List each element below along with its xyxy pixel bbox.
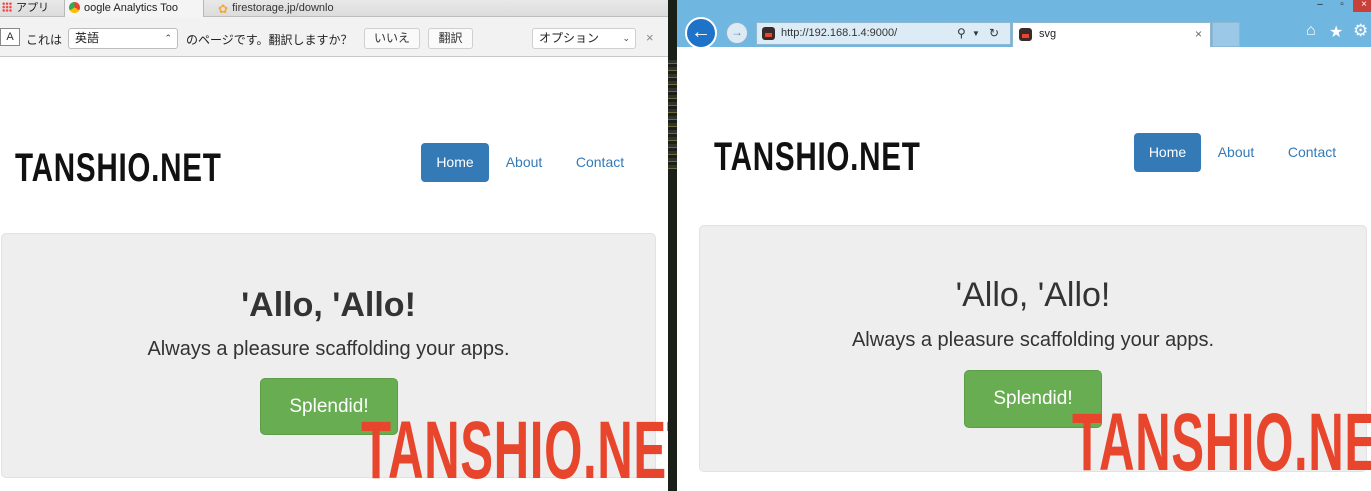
language-select-value: 英語	[75, 31, 100, 45]
ie-tab-svg[interactable]: svg ×	[1012, 22, 1211, 47]
options-select-label: オプション	[539, 31, 600, 45]
address-url: http://192.168.1.4:9000/	[781, 27, 898, 39]
jumbotron-subtitle: Always a pleasure scaffolding your apps.	[851, 329, 1215, 351]
site-brand[interactable]: TANSHIO.NET	[15, 146, 222, 191]
tab-google-analytics[interactable]: oogle Analytics Too	[64, 0, 204, 17]
nav-home[interactable]: Home	[421, 143, 489, 182]
back-arrow-icon[interactable]: ←	[685, 17, 717, 49]
dropdown-arrow-icon[interactable]: ▼	[972, 23, 980, 44]
nav-home[interactable]: Home	[1134, 133, 1201, 172]
jumbotron-title: 'Allo, 'Allo!	[955, 276, 1111, 314]
new-tab-button[interactable]	[1212, 22, 1240, 47]
close-icon[interactable]: ×	[1353, 0, 1371, 12]
ie-tab-title: svg	[1039, 28, 1057, 40]
divider-texture	[668, 60, 677, 170]
home-icon[interactable]: ⌂	[1306, 22, 1316, 40]
site-favicon-icon	[762, 27, 775, 40]
refresh-icon[interactable]: ↻	[989, 23, 999, 44]
site-brand[interactable]: TANSHIO.NET	[714, 135, 921, 180]
select-updown-icon: ⌃	[164, 33, 172, 43]
translate-close-icon[interactable]: ×	[646, 30, 654, 45]
apps-grid-icon	[2, 2, 12, 12]
options-select[interactable]: オプション ⌄	[532, 28, 636, 49]
maximize-icon[interactable]: ▫	[1331, 0, 1353, 12]
tab-ga-label: oogle Analytics Too	[84, 2, 178, 14]
search-icon[interactable]: ⚲	[957, 23, 966, 44]
gear-icon[interactable]: ⚙	[1353, 21, 1368, 41]
translate-bar: A これは 英語 ⌃ のページです。翻訳しますか？ いいえ 翻訳 オプション ⌄…	[0, 17, 668, 57]
nav-about[interactable]: About	[498, 143, 550, 182]
jumbotron-title: 'Allo, 'Allo!	[241, 286, 416, 324]
translate-icon: A	[0, 28, 20, 46]
translate-intro: これは	[26, 33, 63, 47]
watermark: TANSHIO.NET	[1072, 397, 1371, 488]
nav-contact[interactable]: Contact	[1280, 133, 1344, 172]
nav-contact[interactable]: Contact	[568, 143, 632, 182]
tab-favicon-icon	[1019, 28, 1032, 41]
no-translate-button[interactable]: いいえ	[364, 28, 420, 49]
jumbotron-subtitle: Always a pleasure scaffolding your apps.	[147, 338, 510, 360]
forward-arrow-icon[interactable]: →	[726, 22, 748, 44]
tab-firestorage[interactable]: ✿ firestorage.jp/downlo	[214, 0, 354, 17]
tab-apps[interactable]: アプリ	[0, 0, 60, 17]
translate-question: のページです。翻訳しますか？	[186, 33, 353, 47]
tab-close-icon[interactable]: ×	[1195, 23, 1202, 46]
nav-about[interactable]: About	[1210, 133, 1262, 172]
chrome-tab-strip: アプリ oogle Analytics Too ✿ firestorage.jp/…	[0, 0, 668, 17]
chrome-logo-icon	[69, 2, 80, 13]
window-divider	[668, 0, 677, 491]
chevron-down-icon: ⌄	[622, 33, 630, 43]
tab-fs-label: firestorage.jp/downlo	[232, 2, 334, 14]
watermark: TANSHIO.NET	[361, 405, 668, 491]
minimize-icon[interactable]: –	[1309, 0, 1331, 12]
address-bar[interactable]: http://192.168.1.4:9000/ ⚲ ▼ ↻	[756, 22, 1011, 45]
star-icon[interactable]: ★	[1329, 22, 1343, 42]
ie-toolbar: ← → http://192.168.1.4:9000/ ⚲ ▼ ↻ svg ×…	[677, 0, 1371, 49]
translate-button[interactable]: 翻訳	[428, 28, 473, 49]
star-favicon-icon: ✿	[218, 2, 229, 16]
language-select[interactable]: 英語 ⌃	[68, 28, 178, 49]
chrome-window: アプリ oogle Analytics Too ✿ firestorage.jp/…	[0, 0, 668, 491]
tab-apps-label: アプリ	[16, 2, 49, 14]
